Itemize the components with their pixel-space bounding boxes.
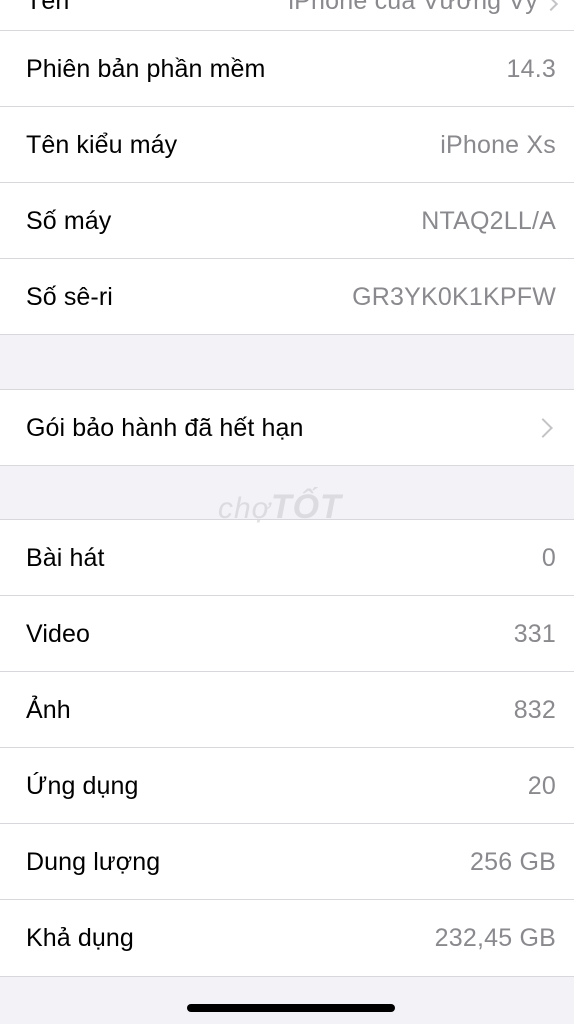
songs-row: Bài hát 0 [0,520,574,596]
model-name-label: Tên kiểu máy [26,130,178,159]
software-version-label: Phiên bản phần mềm [26,54,266,83]
name-value: iPhone của Vương Vỹ [288,0,559,16]
device-info-group: Phiên bản phần mềm 14.3 Tên kiểu máy iPh… [0,31,574,335]
serial-number-label: Số sê-ri [26,282,113,311]
videos-value: 331 [513,619,556,648]
photos-row: Ảnh 832 [0,672,574,748]
model-number-row[interactable]: Số máy NTAQ2LL/A [0,183,574,259]
software-version-value: 14.3 [506,54,556,83]
warranty-group: Gói bảo hành đã hết hạn [0,390,574,466]
model-number-label: Số máy [26,206,112,235]
applications-value: 20 [527,771,556,800]
photos-value: 832 [513,695,556,724]
videos-label: Video [26,619,90,648]
name-label: Tên [26,0,70,15]
capacity-label: Dung lượng [26,847,161,876]
available-row: Khả dụng 232,45 GB [0,900,574,976]
chevron-right-icon [543,0,559,12]
chevron-right-icon [533,418,553,438]
serial-number-value: GR3YK0K1KPFW [352,282,556,311]
songs-label: Bài hát [26,543,105,572]
capacity-value: 256 GB [470,847,556,876]
model-name-row: Tên kiểu máy iPhone Xs [0,107,574,183]
videos-row: Video 331 [0,596,574,672]
available-value: 232,45 GB [434,923,556,952]
applications-row: Ứng dụng 20 [0,748,574,824]
media-stats-group: Bài hát 0 Video 331 Ảnh 832 Ứng dụng 20 … [0,520,574,976]
chotot-watermark: chợTỐT [218,488,342,526]
songs-value: 0 [541,543,556,572]
separator [0,976,574,977]
separator [0,334,574,335]
available-label: Khả dụng [26,923,134,952]
model-number-value: NTAQ2LL/A [421,206,556,235]
separator [0,465,574,466]
capacity-row: Dung lượng 256 GB [0,824,574,900]
settings-about-screen: Tên iPhone của Vương Vỹ Phiên bản phần m… [0,0,574,1024]
home-indicator[interactable] [187,1004,395,1012]
software-version-row: Phiên bản phần mềm 14.3 [0,31,574,107]
name-row[interactable]: Tên iPhone của Vương Vỹ [0,0,574,30]
warranty-label: Gói bảo hành đã hết hạn [26,413,304,442]
applications-label: Ứng dụng [26,771,139,800]
model-name-value: iPhone Xs [440,130,556,159]
warranty-row[interactable]: Gói bảo hành đã hết hạn [0,390,574,466]
photos-label: Ảnh [26,695,71,724]
serial-number-row: Số sê-ri GR3YK0K1KPFW [0,259,574,335]
name-row-group: Tên iPhone của Vương Vỹ [0,0,574,30]
